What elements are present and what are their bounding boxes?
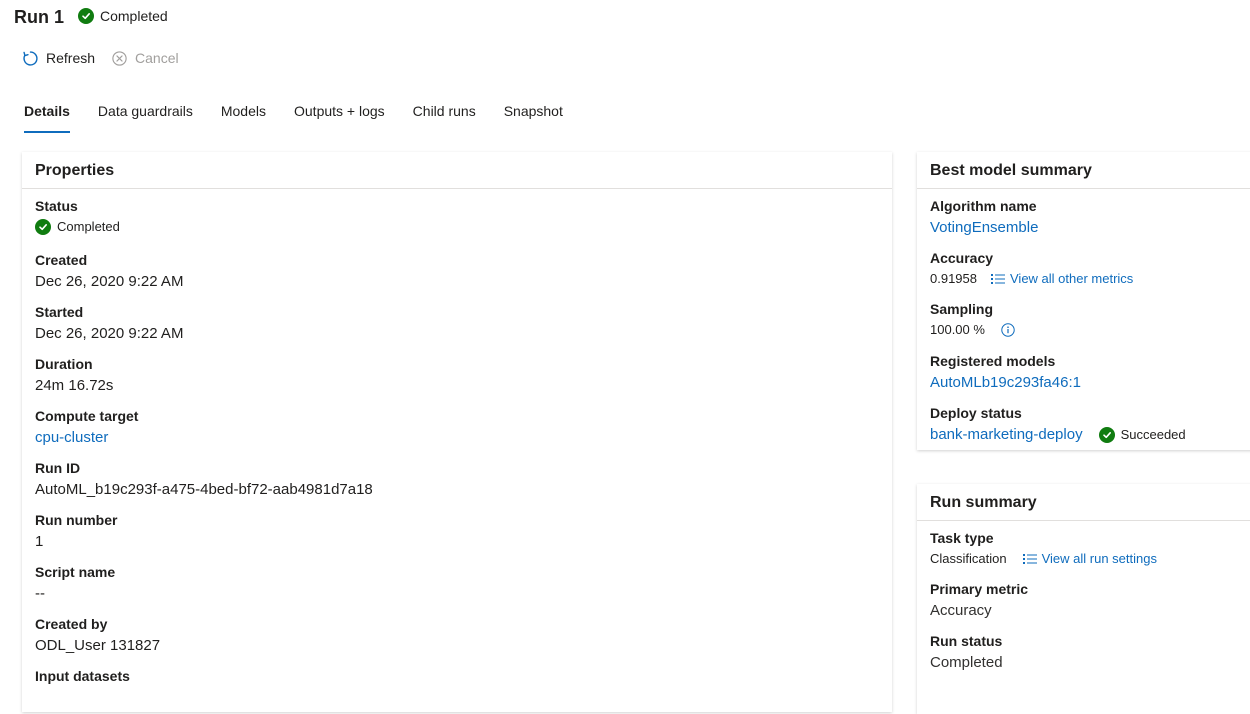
- prop-status-value: Completed: [35, 217, 120, 237]
- prop-started-value: Dec 26, 2020 9:22 AM: [35, 325, 184, 342]
- run-summary-run-status: Run status Completed: [930, 632, 1003, 674]
- deploy-row: bank-marketing-deploy Succeeded: [930, 424, 1186, 446]
- accuracy-label: Accuracy: [930, 250, 994, 266]
- tab-details[interactable]: Details: [24, 100, 70, 133]
- prop-started-label: Started: [35, 304, 84, 320]
- best-model-title: Best model summary: [930, 162, 1092, 179]
- task-type-label: Task type: [930, 530, 994, 546]
- tab-models[interactable]: Models: [221, 100, 266, 133]
- best-model-card: Best model summary Algorithm name Voting…: [917, 152, 1250, 450]
- prop-script-name-label: Script name: [35, 564, 116, 580]
- prop-duration-value: 24m 16.72s: [35, 377, 114, 394]
- prop-script-name-value: --: [35, 585, 45, 602]
- primary-metric-value: Accuracy: [930, 602, 992, 619]
- primary-metric-label: Primary metric: [930, 581, 1029, 597]
- sampling-row: 100.00 %: [930, 320, 1015, 340]
- run-status-text: Completed: [100, 8, 168, 24]
- tab-data-guardrails[interactable]: Data guardrails: [98, 100, 193, 133]
- deploy-status-badge: Succeeded: [1098, 424, 1186, 446]
- algorithm-link[interactable]: VotingEnsemble: [930, 217, 1038, 239]
- task-type-row: Classification View all run settings: [930, 549, 1157, 569]
- accuracy-value: 0.91958: [930, 271, 977, 286]
- toolbar: Refresh Cancel: [22, 48, 179, 68]
- run-summary-title: Run summary: [930, 494, 1037, 511]
- sampling-value: 100.00 %: [930, 322, 985, 337]
- list-icon: [991, 274, 1005, 284]
- view-all-run-settings-link[interactable]: View all run settings: [1022, 549, 1157, 569]
- tab-outputs-logs[interactable]: Outputs + logs: [294, 100, 385, 133]
- prop-created-by-value: ODL_User 131827: [35, 637, 161, 654]
- prop-created: Created Dec 26, 2020 9:22 AM: [35, 251, 183, 293]
- best-model-divider: [917, 188, 1250, 189]
- tab-snapshot[interactable]: Snapshot: [504, 100, 563, 133]
- accuracy-row: 0.91958 View all other metrics: [930, 269, 1133, 289]
- run-summary-card: Run summary Task type Classification Vie…: [917, 484, 1250, 714]
- compute-target-link[interactable]: cpu-cluster: [35, 427, 138, 449]
- registered-models-label: Registered models: [930, 353, 1056, 369]
- tab-bar: Details Data guardrails Models Outputs +…: [24, 100, 591, 133]
- prop-started: Started Dec 26, 2020 9:22 AM: [35, 303, 183, 345]
- prop-run-id-value: AutoML_b19c293f-a475-4bed-bf72-aab4981d7…: [35, 481, 373, 498]
- check-circle-icon: [78, 8, 94, 24]
- view-all-metrics-text: View all other metrics: [1010, 271, 1134, 286]
- run-status-badge: Completed: [78, 8, 168, 24]
- prop-duration-label: Duration: [35, 356, 93, 372]
- run-status-label: Run status: [930, 633, 1003, 649]
- check-circle-icon: [1098, 427, 1115, 443]
- cancel-button[interactable]: Cancel: [111, 48, 179, 68]
- cancel-icon: [112, 50, 127, 66]
- view-all-metrics-link[interactable]: View all other metrics: [991, 269, 1133, 289]
- run-summary-primary-metric: Primary metric Accuracy: [930, 580, 1028, 622]
- list-icon: [1022, 554, 1037, 564]
- registered-model-link[interactable]: AutoMLb19c293fa46:1: [930, 372, 1081, 394]
- prop-compute-target: Compute target cpu-cluster: [35, 407, 138, 449]
- prop-status: Status Completed: [35, 197, 120, 237]
- prop-input-datasets: Input datasets: [35, 667, 130, 685]
- prop-created-by-label: Created by: [35, 616, 108, 632]
- view-all-run-settings-text: View all run settings: [1041, 551, 1157, 566]
- prop-compute-target-label: Compute target: [35, 408, 139, 424]
- info-icon[interactable]: [1001, 323, 1015, 337]
- algorithm-label: Algorithm name: [930, 198, 1037, 214]
- run-summary-task-type: Task type Classification View all run se…: [930, 529, 1157, 569]
- prop-run-number: Run number 1: [35, 511, 117, 553]
- prop-run-number-label: Run number: [35, 512, 118, 528]
- cancel-label: Cancel: [135, 50, 179, 66]
- prop-created-value: Dec 26, 2020 9:22 AM: [35, 273, 184, 290]
- refresh-icon: [23, 50, 38, 66]
- prop-input-datasets-label: Input datasets: [35, 668, 130, 684]
- run-summary-divider: [917, 520, 1250, 521]
- best-model-accuracy: Accuracy 0.91958 View all other metrics: [930, 249, 1133, 289]
- prop-run-number-value: 1: [35, 533, 44, 550]
- tab-child-runs[interactable]: Child runs: [413, 100, 476, 133]
- refresh-button[interactable]: Refresh: [22, 48, 95, 68]
- properties-title: Properties: [35, 162, 115, 179]
- refresh-label: Refresh: [46, 50, 96, 66]
- prop-run-id: Run ID AutoML_b19c293f-a475-4bed-bf72-aa…: [35, 459, 373, 501]
- best-model-registered: Registered models AutoMLb19c293fa46:1: [930, 352, 1081, 394]
- deploy-status-text: Succeeded: [1120, 427, 1186, 442]
- run-status-value: Completed: [930, 654, 1003, 671]
- sampling-label: Sampling: [930, 301, 994, 317]
- best-model-algorithm: Algorithm name VotingEnsemble: [930, 197, 1038, 239]
- page-title: Run 1: [14, 7, 65, 27]
- prop-created-label: Created: [35, 252, 88, 268]
- prop-status-text: Completed: [57, 219, 120, 234]
- properties-divider: [22, 188, 892, 189]
- deploy-status-label: Deploy status: [930, 405, 1022, 421]
- properties-card: Properties Status Completed Created Dec …: [22, 152, 892, 712]
- prop-status-label: Status: [35, 198, 78, 214]
- check-circle-icon: [35, 219, 51, 235]
- prop-duration: Duration 24m 16.72s: [35, 355, 113, 397]
- best-model-deploy: Deploy status bank-marketing-deploy Succ…: [930, 404, 1186, 446]
- prop-created-by: Created by ODL_User 131827: [35, 615, 160, 657]
- best-model-sampling: Sampling 100.00 %: [930, 300, 1015, 340]
- prop-run-id-label: Run ID: [35, 460, 81, 476]
- prop-script-name: Script name --: [35, 563, 115, 605]
- deployment-link[interactable]: bank-marketing-deploy: [930, 424, 1083, 446]
- task-type-value: Classification: [930, 551, 1007, 566]
